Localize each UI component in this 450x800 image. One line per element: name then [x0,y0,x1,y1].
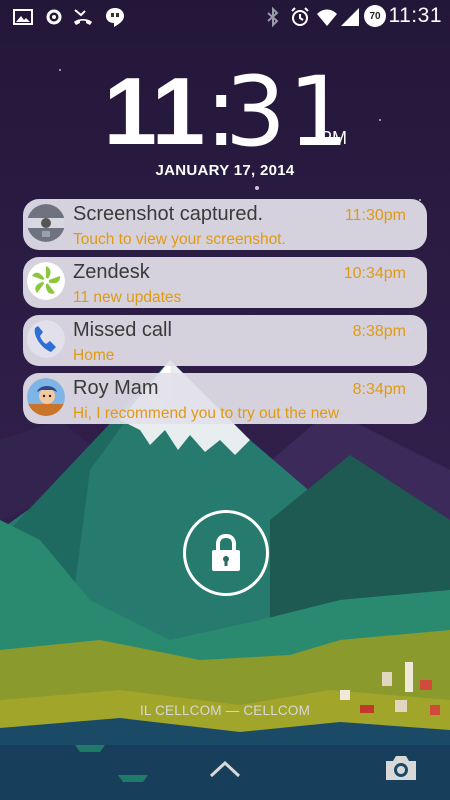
signal-icon [339,6,361,28]
notification-title: Screenshot captured. [73,203,264,225]
wifi-icon [316,6,338,28]
notification-text: Touch to view your screenshot. [73,231,286,248]
notification-text: Home [73,347,115,364]
status-time: 11:31 [388,4,442,27]
carrier-label: IL CELLCOM — CELLCOM [139,703,311,718]
phone-icon [27,320,65,358]
notification-card[interactable]: Roy Mam 8:34pm Hi, I recommend you to tr… [23,373,427,424]
zendesk-icon [27,262,65,300]
notification-title: Missed call [73,319,172,341]
bluetooth-icon [262,6,284,28]
image-icon [12,6,34,28]
notification-text: 11 new updates [73,289,182,306]
unlock-button[interactable] [183,510,269,596]
notification-time: 10:34pm [343,265,406,282]
hangouts-icon [104,6,126,28]
notification-time: 8:38pm [352,323,406,340]
notification-time: 8:34pm [352,381,406,398]
clock-ampm: PM [320,128,347,148]
camera-icon[interactable] [383,753,419,783]
notification-card[interactable]: Zendesk 10:34pm 11 new updates [23,257,427,308]
notification-card[interactable]: Missed call 8:38pm Home [23,315,427,366]
notification-title: Zendesk [73,261,150,283]
clock-hours: 11 [103,58,205,165]
status-bar: 70 11:31 [0,0,450,33]
chevron-up-icon[interactable] [208,758,242,780]
notification-text: Hi, I recommend you to try out the new [73,405,340,422]
page-indicator-dot [255,186,259,190]
lock-icon [212,533,240,571]
alarm-icon [289,6,311,28]
battery-indicator: 70 [364,5,386,27]
notification-title: Roy Mam [73,377,159,399]
contact-avatar [27,378,65,416]
notification-time: 11:30pm [344,207,406,224]
lockscreen-date: JANUARY 17, 2014 [155,162,295,179]
settings-cog-icon [43,6,65,28]
notification-card[interactable]: Screenshot captured. 11:30pm Touch to vi… [23,199,427,250]
missed-call-icon [72,6,94,28]
screenshot-icon [27,204,65,242]
lockscreen-clock: 11 : 31 PM [0,58,450,165]
